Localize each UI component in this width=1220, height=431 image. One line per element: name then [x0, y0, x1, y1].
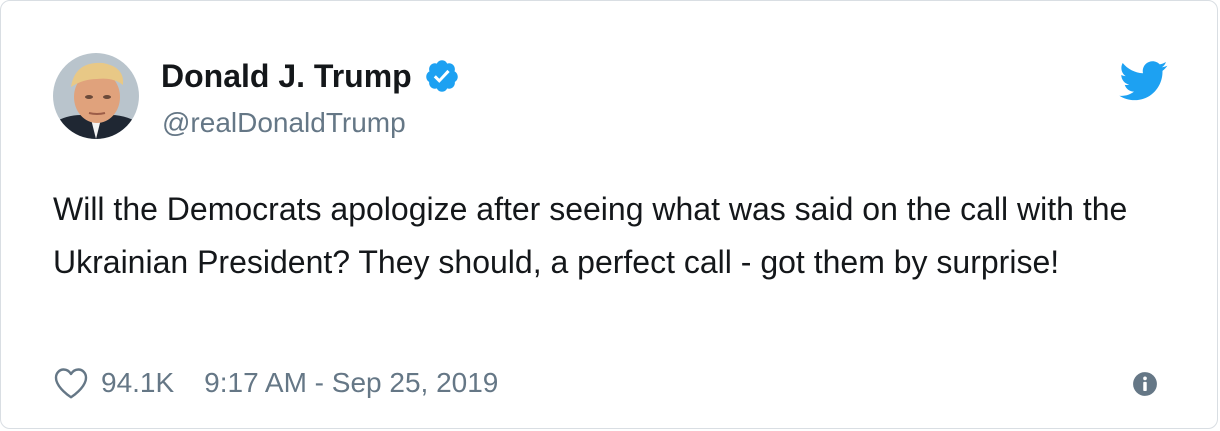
avatar-image [53, 53, 139, 139]
avatar[interactable] [53, 53, 139, 139]
author-name-row[interactable]: Donald J. Trump [161, 56, 460, 96]
author-name[interactable]: Donald J. Trump [161, 56, 412, 96]
twitter-bird-icon[interactable] [1119, 61, 1169, 101]
author-handle[interactable]: @realDonaldTrump [162, 105, 406, 141]
tweet-footer: 94.1K 9:17 AM - Sep 25, 2019 [53, 361, 498, 405]
tweet-timestamp[interactable]: 9:17 AM - Sep 25, 2019 [204, 367, 498, 399]
tweet-text: Will the Democrats apologize after seein… [53, 191, 1128, 280]
like-count[interactable]: 94.1K [101, 367, 174, 399]
verified-badge-icon [424, 58, 460, 94]
heart-icon[interactable] [53, 366, 89, 400]
tweet-card: Donald J. Trump @realDonaldTrump Will th… [0, 0, 1218, 429]
info-icon[interactable] [1132, 371, 1158, 397]
